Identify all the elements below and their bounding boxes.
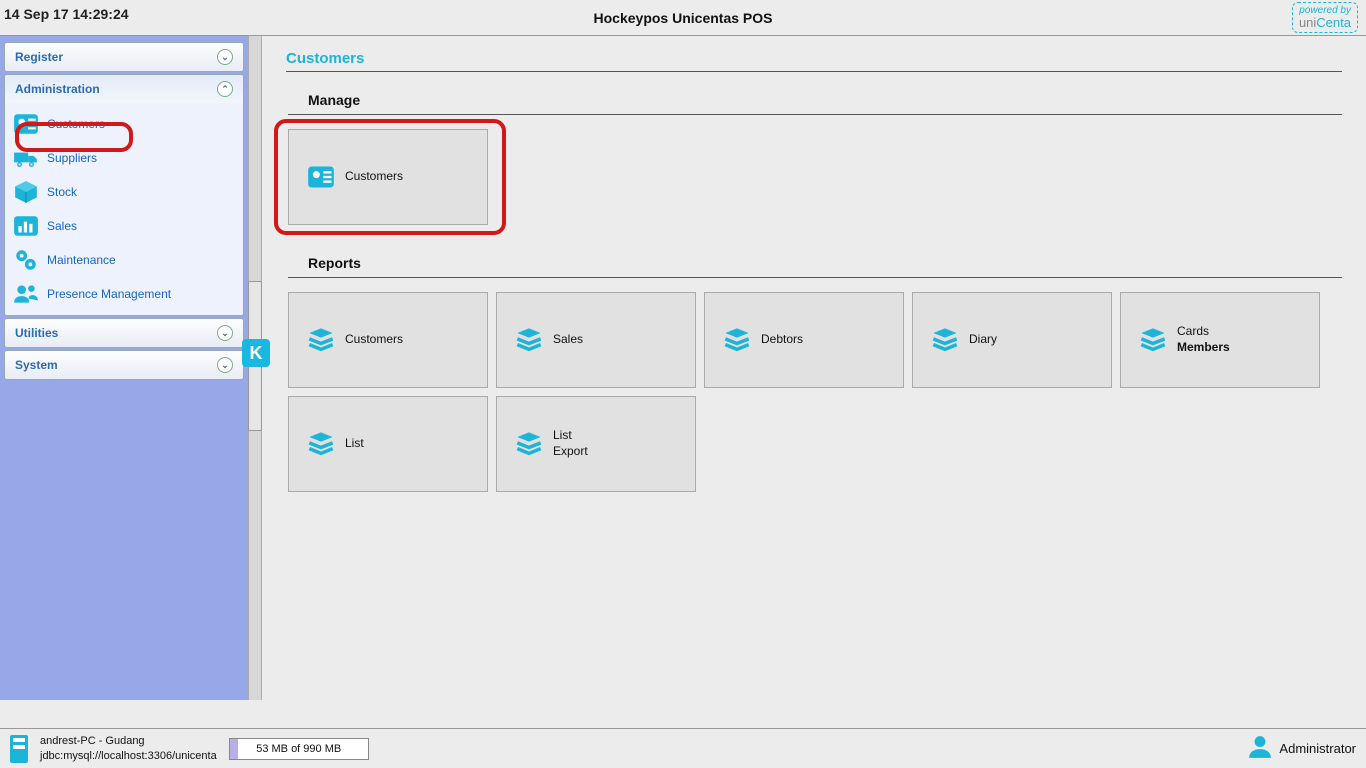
accordion-administration-label: Administration bbox=[15, 82, 100, 96]
customers-icon bbox=[13, 111, 39, 137]
card-sublabel: Export bbox=[553, 444, 588, 460]
card-report-list[interactable]: List bbox=[288, 396, 488, 492]
datetime-label: 14 Sep 17 14:29:24 bbox=[4, 6, 129, 22]
sidebar-item-sales[interactable]: Sales bbox=[5, 209, 243, 243]
sidebar-item-label: Maintenance bbox=[47, 253, 116, 267]
sidebar-divider[interactable]: K bbox=[248, 36, 262, 700]
memory-text: 53 MB of 990 MB bbox=[256, 743, 341, 755]
divider bbox=[286, 71, 1342, 72]
status-bar: andrest-PC - Gudang jdbc:mysql://localho… bbox=[0, 728, 1366, 768]
barchart-icon bbox=[13, 213, 39, 239]
sidebar-item-label: Customers bbox=[47, 117, 105, 131]
host-info: andrest-PC - Gudang jdbc:mysql://localho… bbox=[40, 734, 217, 763]
box-icon bbox=[13, 179, 39, 205]
accordion-administration-body: Customers Suppliers Stock bbox=[5, 103, 243, 315]
card-label: Customers bbox=[345, 169, 403, 185]
host-name: andrest-PC - Gudang bbox=[40, 734, 217, 748]
collapse-logo-icon: K bbox=[242, 339, 270, 367]
accordion-administration[interactable]: Administration ⌃ Customers Suppliers bbox=[4, 74, 244, 316]
card-sublabel: Members bbox=[1177, 340, 1230, 356]
accordion-register[interactable]: Register ⌄ bbox=[4, 42, 244, 72]
people-icon bbox=[13, 281, 39, 307]
sidebar-item-label: Sales bbox=[47, 219, 77, 233]
sidebar-item-stock[interactable]: Stock bbox=[5, 175, 243, 209]
user-label: Administrator bbox=[1279, 741, 1356, 756]
server-icon bbox=[10, 735, 28, 763]
divider bbox=[288, 277, 1342, 278]
divider bbox=[288, 114, 1342, 115]
card-report-customers[interactable]: Customers bbox=[288, 292, 488, 388]
sidebar-item-label: Suppliers bbox=[47, 151, 97, 165]
card-label: Customers bbox=[345, 332, 403, 348]
accordion-register-label: Register bbox=[15, 50, 63, 64]
gears-icon bbox=[13, 247, 39, 273]
powered-by-badge: powered by uniCenta bbox=[1292, 2, 1358, 33]
jdbc-url: jdbc:mysql://localhost:3306/unicenta bbox=[40, 749, 217, 763]
accordion-utilities-label: Utilities bbox=[15, 326, 58, 340]
chevron-down-icon: ⌄ bbox=[217, 325, 233, 341]
accordion-utilities[interactable]: Utilities ⌄ bbox=[4, 318, 244, 348]
customers-icon bbox=[307, 163, 335, 191]
card-label: Cards bbox=[1177, 324, 1209, 338]
sidebar-item-label: Stock bbox=[47, 185, 77, 199]
accordion-system-label: System bbox=[15, 358, 58, 372]
card-report-debtors[interactable]: Debtors bbox=[704, 292, 904, 388]
current-user[interactable]: Administrator bbox=[1247, 734, 1356, 763]
chevron-up-icon: ⌃ bbox=[217, 81, 233, 97]
card-label: Sales bbox=[553, 332, 583, 348]
card-manage-customers[interactable]: Customers bbox=[288, 129, 488, 225]
truck-icon bbox=[13, 145, 39, 171]
user-icon bbox=[1247, 734, 1273, 763]
sidebar-item-presence[interactable]: Presence Management bbox=[5, 277, 243, 311]
accordion-system[interactable]: System ⌄ bbox=[4, 350, 244, 380]
stack-icon bbox=[931, 326, 959, 354]
stack-icon bbox=[307, 326, 335, 354]
card-label: List bbox=[553, 428, 572, 442]
card-report-list-export[interactable]: List Export bbox=[496, 396, 696, 492]
app-title: Hockeypos Unicentas POS bbox=[0, 10, 1366, 26]
memory-bar: 53 MB of 990 MB bbox=[229, 738, 369, 760]
stack-icon bbox=[515, 430, 543, 458]
card-label: Debtors bbox=[761, 332, 803, 348]
sidebar-item-label: Presence Management bbox=[47, 287, 171, 301]
app-header: 14 Sep 17 14:29:24 Hockeypos Unicentas P… bbox=[0, 0, 1366, 36]
card-label: List bbox=[345, 436, 364, 452]
stack-icon bbox=[723, 326, 751, 354]
section-title-manage: Manage bbox=[308, 92, 1342, 108]
stack-icon bbox=[307, 430, 335, 458]
sidebar-item-customers[interactable]: Customers bbox=[5, 107, 243, 141]
stack-icon bbox=[515, 326, 543, 354]
card-label: Diary bbox=[969, 332, 997, 348]
stack-icon bbox=[1139, 326, 1167, 354]
card-report-diary[interactable]: Diary bbox=[912, 292, 1112, 388]
sidebar-item-suppliers[interactable]: Suppliers bbox=[5, 141, 243, 175]
page-title: Customers bbox=[286, 50, 1342, 67]
main-content: Customers Manage Customers Reports Custo… bbox=[262, 36, 1366, 700]
card-report-sales[interactable]: Sales bbox=[496, 292, 696, 388]
sidebar: Register ⌄ Administration ⌃ Customers bbox=[0, 36, 248, 700]
sidebar-item-maintenance[interactable]: Maintenance bbox=[5, 243, 243, 277]
chevron-down-icon: ⌄ bbox=[217, 49, 233, 65]
card-report-cards-members[interactable]: Cards Members bbox=[1120, 292, 1320, 388]
section-title-reports: Reports bbox=[308, 255, 1342, 271]
chevron-down-icon: ⌄ bbox=[217, 357, 233, 373]
